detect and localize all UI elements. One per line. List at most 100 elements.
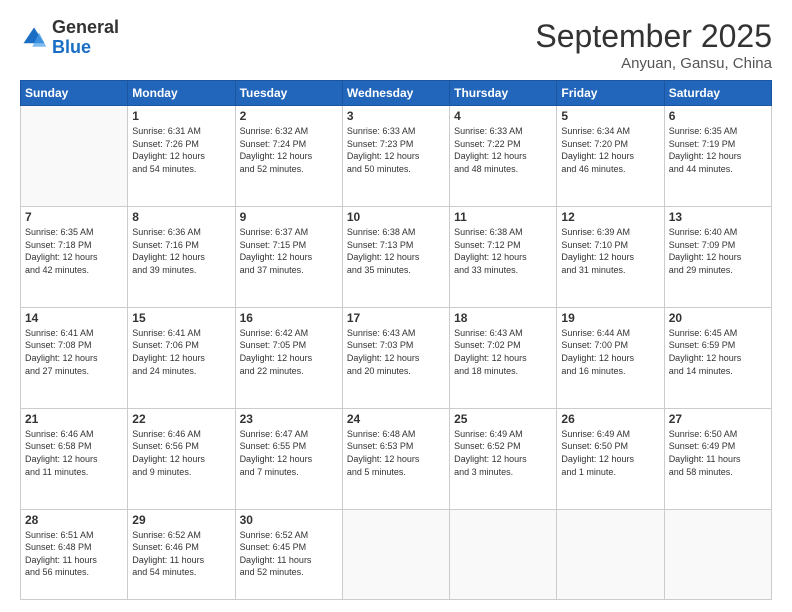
calendar-cell: 1Sunrise: 6:31 AM Sunset: 7:26 PM Daylig… — [128, 106, 235, 207]
day-number: 8 — [132, 210, 230, 224]
day-number: 20 — [669, 311, 767, 325]
day-info: Sunrise: 6:49 AM Sunset: 6:52 PM Dayligh… — [454, 428, 552, 478]
calendar-cell: 19 Sunrise: 6:44 AM Sunset: 7:00 PM Dayli… — [557, 307, 664, 408]
weekday-header: Saturday — [664, 81, 771, 106]
day-info: Sunrise: 6:33 AM Sunset: 7:23 PM Dayligh… — [347, 125, 445, 175]
calendar-cell: 11Sunrise: 6:38 AM Sunset: 7:12 PM Dayli… — [450, 206, 557, 307]
weekday-header: Wednesday — [342, 81, 449, 106]
day-number: 30 — [240, 513, 338, 527]
calendar-cell: 23Sunrise: 6:47 AM Sunset: 6:55 PM Dayli… — [235, 408, 342, 509]
calendar-cell: 2 Sunrise: 6:32 AM Sunset: 7:24 PM Daylig… — [235, 106, 342, 207]
month-title: September 2025 — [535, 18, 772, 55]
day-info: Sunrise: 6:35 AM Sunset: 7:18 PM Dayligh… — [25, 226, 123, 276]
day-info: Sunrise: 6:31 AM Sunset: 7:26 PM Dayligh… — [132, 125, 230, 175]
weekday-header: Tuesday — [235, 81, 342, 106]
day-number: 3 — [347, 109, 445, 123]
day-info: Sunrise: 6:46 AM Sunset: 6:58 PM Dayligh… — [25, 428, 123, 478]
day-number: 29 — [132, 513, 230, 527]
day-number: 21 — [25, 412, 123, 426]
calendar-cell: 26 Sunrise: 6:49 AM Sunset: 6:50 PM Dayli… — [557, 408, 664, 509]
day-number: 12 — [561, 210, 659, 224]
calendar-cell: 18 Sunrise: 6:43 AM Sunset: 7:02 PM Dayli… — [450, 307, 557, 408]
day-number: 15 — [132, 311, 230, 325]
day-info: Sunrise: 6:41 AM Sunset: 7:06 PM Dayligh… — [132, 327, 230, 377]
day-info: Sunrise: 6:52 AM Sunset: 6:46 PM Dayligh… — [132, 529, 230, 579]
day-info: Sunrise: 6:45 AM Sunset: 6:59 PM Dayligh… — [669, 327, 767, 377]
day-number: 4 — [454, 109, 552, 123]
location: Anyuan, Gansu, China — [535, 55, 772, 72]
day-number: 17 — [347, 311, 445, 325]
weekday-header: Thursday — [450, 81, 557, 106]
calendar-cell: 27 Sunrise: 6:50 AM Sunset: 6:49 PM Dayli… — [664, 408, 771, 509]
day-number: 9 — [240, 210, 338, 224]
day-number: 27 — [669, 412, 767, 426]
day-info: Sunrise: 6:51 AM Sunset: 6:48 PM Dayligh… — [25, 529, 123, 579]
day-number: 24 — [347, 412, 445, 426]
day-number: 7 — [25, 210, 123, 224]
calendar-cell: 9 Sunrise: 6:37 AM Sunset: 7:15 PM Daylig… — [235, 206, 342, 307]
day-number: 10 — [347, 210, 445, 224]
day-number: 16 — [240, 311, 338, 325]
day-number: 2 — [240, 109, 338, 123]
calendar-cell: 20 Sunrise: 6:45 AM Sunset: 6:59 PM Dayli… — [664, 307, 771, 408]
day-number: 14 — [25, 311, 123, 325]
day-info: Sunrise: 6:41 AM Sunset: 7:08 PM Dayligh… — [25, 327, 123, 377]
calendar-cell — [450, 509, 557, 599]
day-number: 19 — [561, 311, 659, 325]
calendar-cell: 13 Sunrise: 6:40 AM Sunset: 7:09 PM Dayli… — [664, 206, 771, 307]
day-info: Sunrise: 6:33 AM Sunset: 7:22 PM Dayligh… — [454, 125, 552, 175]
day-number: 25 — [454, 412, 552, 426]
calendar-cell: 14 Sunrise: 6:41 AM Sunset: 7:08 PM Dayli… — [21, 307, 128, 408]
calendar-cell: 12 Sunrise: 6:39 AM Sunset: 7:10 PM Dayli… — [557, 206, 664, 307]
calendar-table: SundayMondayTuesdayWednesdayThursdayFrid… — [20, 80, 772, 600]
day-info: Sunrise: 6:48 AM Sunset: 6:53 PM Dayligh… — [347, 428, 445, 478]
day-info: Sunrise: 6:44 AM Sunset: 7:00 PM Dayligh… — [561, 327, 659, 377]
day-info: Sunrise: 6:43 AM Sunset: 7:03 PM Dayligh… — [347, 327, 445, 377]
weekday-header: Monday — [128, 81, 235, 106]
calendar-cell: 30 Sunrise: 6:52 AM Sunset: 6:45 PM Dayli… — [235, 509, 342, 599]
day-info: Sunrise: 6:39 AM Sunset: 7:10 PM Dayligh… — [561, 226, 659, 276]
day-info: Sunrise: 6:37 AM Sunset: 7:15 PM Dayligh… — [240, 226, 338, 276]
day-info: Sunrise: 6:32 AM Sunset: 7:24 PM Dayligh… — [240, 125, 338, 175]
day-info: Sunrise: 6:40 AM Sunset: 7:09 PM Dayligh… — [669, 226, 767, 276]
calendar-cell: 6Sunrise: 6:35 AM Sunset: 7:19 PM Daylig… — [664, 106, 771, 207]
day-number: 22 — [132, 412, 230, 426]
calendar-cell: 22 Sunrise: 6:46 AM Sunset: 6:56 PM Dayli… — [128, 408, 235, 509]
calendar-cell: 28 Sunrise: 6:51 AM Sunset: 6:48 PM Dayli… — [21, 509, 128, 599]
day-number: 26 — [561, 412, 659, 426]
weekday-header: Friday — [557, 81, 664, 106]
day-info: Sunrise: 6:34 AM Sunset: 7:20 PM Dayligh… — [561, 125, 659, 175]
day-info: Sunrise: 6:43 AM Sunset: 7:02 PM Dayligh… — [454, 327, 552, 377]
day-info: Sunrise: 6:52 AM Sunset: 6:45 PM Dayligh… — [240, 529, 338, 579]
weekday-header: Sunday — [21, 81, 128, 106]
calendar-cell: 29 Sunrise: 6:52 AM Sunset: 6:46 PM Dayli… — [128, 509, 235, 599]
calendar-cell: 5Sunrise: 6:34 AM Sunset: 7:20 PM Daylig… — [557, 106, 664, 207]
calendar-cell: 21 Sunrise: 6:46 AM Sunset: 6:58 PM Dayli… — [21, 408, 128, 509]
day-info: Sunrise: 6:35 AM Sunset: 7:19 PM Dayligh… — [669, 125, 767, 175]
day-number: 13 — [669, 210, 767, 224]
logo-icon — [20, 24, 48, 52]
calendar-cell: 8Sunrise: 6:36 AM Sunset: 7:16 PM Daylig… — [128, 206, 235, 307]
day-info: Sunrise: 6:38 AM Sunset: 7:13 PM Dayligh… — [347, 226, 445, 276]
day-number: 23 — [240, 412, 338, 426]
calendar-cell: 15 Sunrise: 6:41 AM Sunset: 7:06 PM Dayli… — [128, 307, 235, 408]
logo: General Blue — [20, 18, 119, 58]
title-block: September 2025 Anyuan, Gansu, China — [535, 18, 772, 72]
calendar-cell: 7 Sunrise: 6:35 AM Sunset: 7:18 PM Daylig… — [21, 206, 128, 307]
calendar-cell: 24 Sunrise: 6:48 AM Sunset: 6:53 PM Dayli… — [342, 408, 449, 509]
calendar-cell: 17 Sunrise: 6:43 AM Sunset: 7:03 PM Dayli… — [342, 307, 449, 408]
calendar-cell — [557, 509, 664, 599]
page-header: General Blue September 2025 Anyuan, Gans… — [20, 18, 772, 72]
calendar-cell: 16Sunrise: 6:42 AM Sunset: 7:05 PM Dayli… — [235, 307, 342, 408]
day-number: 28 — [25, 513, 123, 527]
calendar-cell — [21, 106, 128, 207]
calendar-cell: 3 Sunrise: 6:33 AM Sunset: 7:23 PM Daylig… — [342, 106, 449, 207]
day-info: Sunrise: 6:46 AM Sunset: 6:56 PM Dayligh… — [132, 428, 230, 478]
day-number: 11 — [454, 210, 552, 224]
day-info: Sunrise: 6:49 AM Sunset: 6:50 PM Dayligh… — [561, 428, 659, 478]
day-number: 18 — [454, 311, 552, 325]
logo-general: General — [52, 17, 119, 37]
calendar-cell: 25 Sunrise: 6:49 AM Sunset: 6:52 PM Dayli… — [450, 408, 557, 509]
day-info: Sunrise: 6:50 AM Sunset: 6:49 PM Dayligh… — [669, 428, 767, 478]
calendar-cell: 4 Sunrise: 6:33 AM Sunset: 7:22 PM Daylig… — [450, 106, 557, 207]
